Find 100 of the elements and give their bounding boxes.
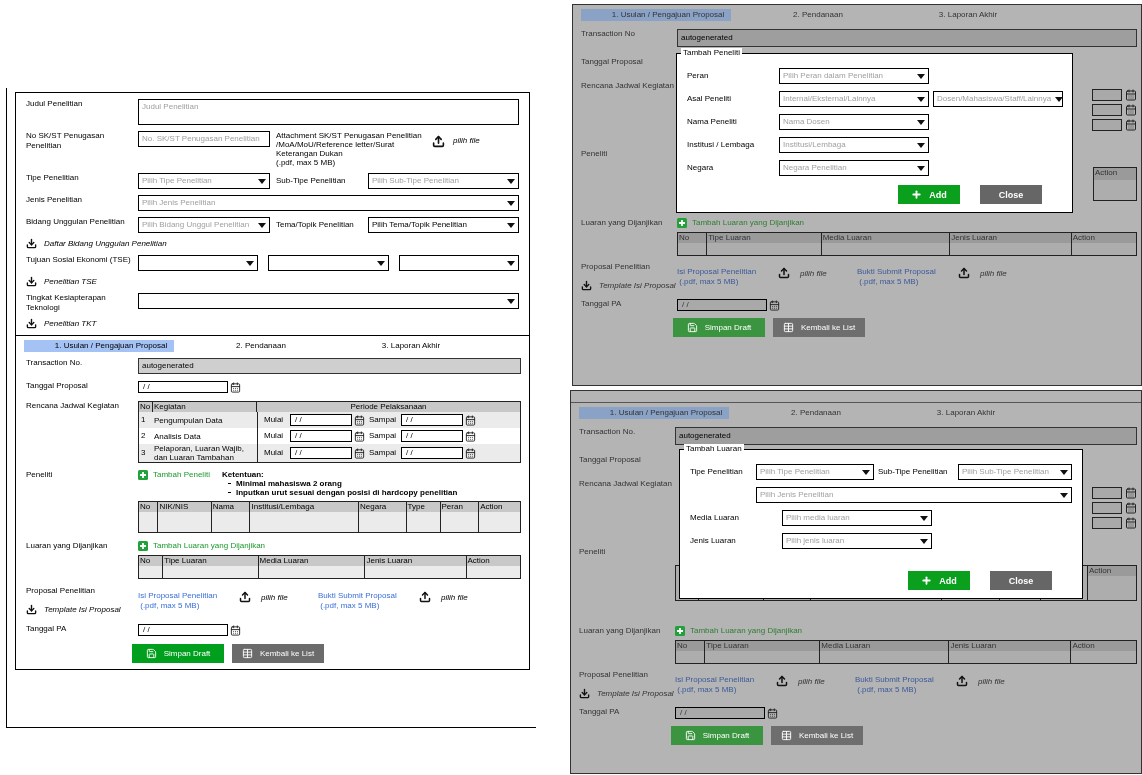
save-draft-button[interactable]: Simpan Draft [671, 726, 763, 745]
back-to-list-button[interactable]: Kembali ke List [232, 644, 324, 663]
file-picker-link[interactable]: pilih file [798, 677, 825, 687]
calendar-icon[interactable] [1125, 89, 1137, 101]
date-field[interactable] [1092, 104, 1122, 116]
calendar-icon[interactable] [1125, 502, 1137, 514]
save-draft-button[interactable]: Simpan Draft [673, 318, 765, 337]
date-field[interactable] [1092, 502, 1122, 514]
download-link[interactable]: Template Isi Proposal [597, 688, 674, 699]
add-button[interactable]: Add [898, 185, 960, 204]
column-header: Tipe Luaran [163, 556, 258, 566]
field-label: Luaran yang Dijanjikan [581, 218, 663, 227]
tab[interactable]: 2. Pendanaan [729, 407, 879, 419]
close-button[interactable]: Close [980, 185, 1042, 204]
add-link[interactable]: Tambah Peneliti [153, 470, 210, 480]
download-link[interactable]: Penelitian TSE [44, 276, 97, 287]
dropdown[interactable] [398, 255, 519, 271]
dropdown[interactable]: Pilih Tema/Topik Penelitian [368, 217, 519, 233]
add-button[interactable]: Add [908, 571, 970, 590]
download-link[interactable]: Template Isi Proposal [44, 604, 121, 615]
table-cell-text: 2 [140, 431, 147, 441]
add-link[interactable]: Tambah Luaran yang Dijanjikan [153, 541, 266, 551]
plus-icon[interactable] [138, 470, 148, 480]
field-label: Tanggal PA [26, 624, 67, 633]
date-field[interactable] [1092, 119, 1122, 131]
calendar-icon[interactable] [354, 414, 365, 426]
date-field[interactable]: / / [290, 447, 352, 459]
date-field[interactable]: / / [401, 430, 463, 442]
caret-icon [258, 178, 266, 184]
calendar-icon[interactable] [465, 430, 476, 442]
back-to-list-button[interactable]: Kembali ke List [771, 726, 863, 745]
date-field[interactable] [1092, 89, 1122, 101]
file-picker-link[interactable]: pilih file [980, 269, 1007, 279]
download-icon[interactable] [26, 238, 37, 249]
calendar-icon[interactable] [230, 381, 241, 393]
tab[interactable]: 1. Usulan / Pengajuan Proposal [581, 9, 731, 21]
calendar-icon[interactable] [465, 447, 476, 459]
tab[interactable]: 3. Laporan Akhir [879, 407, 1029, 419]
tab[interactable]: 3. Laporan Akhir [881, 9, 1031, 21]
date-field[interactable]: / / [138, 381, 228, 393]
upload-icon[interactable] [419, 591, 431, 603]
upload-icon[interactable] [432, 135, 445, 148]
date-field[interactable]: / / [675, 707, 765, 719]
download-icon[interactable] [26, 604, 37, 615]
save-draft-button[interactable]: Simpan Draft [132, 644, 224, 663]
date-field[interactable]: / / [401, 414, 463, 426]
calendar-icon[interactable] [354, 447, 365, 459]
calendar-icon[interactable] [767, 707, 778, 719]
date-field[interactable]: / / [290, 414, 352, 426]
calendar-icon[interactable] [1125, 104, 1137, 116]
upload-icon[interactable] [239, 591, 251, 603]
upload-label: Bukti Submit Proposal (.pdf, max 5 MB) [857, 267, 937, 287]
plus-icon[interactable] [138, 541, 148, 551]
calendar-icon[interactable] [230, 624, 241, 636]
tab[interactable]: 1. Usulan / Pengajuan Proposal [24, 340, 174, 352]
close-button[interactable]: Close [990, 571, 1052, 590]
upload-icon[interactable] [776, 675, 788, 687]
date-field[interactable]: / / [290, 430, 352, 442]
download-link[interactable]: Penelitian TKT [44, 318, 97, 329]
field-label: Rencana Jadwal Kegiatan [579, 479, 672, 488]
download-icon[interactable] [579, 688, 590, 699]
date-field[interactable]: / / [138, 624, 228, 636]
column-header: Action [479, 502, 520, 512]
field-label: Mulai [264, 448, 285, 458]
calendar-icon[interactable] [465, 414, 476, 426]
table-cell [479, 512, 520, 532]
tab[interactable]: 2. Pendanaan [174, 340, 324, 352]
plus-icon[interactable] [677, 218, 687, 228]
calendar-icon[interactable] [769, 299, 780, 311]
date-field[interactable] [1092, 517, 1122, 529]
download-icon[interactable] [26, 318, 37, 329]
back-to-list-button[interactable]: Kembali ke List [773, 318, 865, 337]
tab[interactable]: 1. Usulan / Pengajuan Proposal [579, 407, 729, 419]
upload-icon[interactable] [778, 267, 790, 279]
tab[interactable]: 3. Laporan Akhir [324, 340, 474, 352]
file-picker-link[interactable]: pilih file [800, 269, 827, 279]
table-cell [139, 512, 158, 532]
date-field[interactable]: / / [401, 447, 463, 459]
file-picker-link[interactable]: pilih file [261, 593, 288, 603]
download-icon[interactable] [26, 276, 37, 287]
dropdown[interactable] [268, 255, 389, 271]
plus-icon[interactable] [675, 626, 685, 636]
download-link[interactable]: Template Isi Proposal [599, 280, 676, 291]
file-picker-link[interactable]: pilih file [441, 593, 468, 603]
upload-icon[interactable] [956, 675, 968, 687]
calendar-icon[interactable] [1125, 487, 1137, 499]
date-field[interactable]: / / [677, 299, 767, 311]
upload-icon[interactable] [958, 267, 970, 279]
tab[interactable]: 2. Pendanaan [731, 9, 881, 21]
download-link[interactable]: Daftar Bidang Unggulan Penelitian [44, 238, 167, 249]
download-icon[interactable] [581, 280, 592, 291]
calendar-icon[interactable] [354, 430, 365, 442]
file-picker-link[interactable]: pilih file [978, 677, 1005, 687]
table-cell [1071, 243, 1136, 255]
calendar-icon[interactable] [1125, 119, 1137, 131]
dropdown[interactable] [138, 293, 519, 309]
calendar-icon[interactable] [1125, 517, 1137, 529]
file-picker-link[interactable]: pilih file [453, 136, 480, 146]
dropdown[interactable] [138, 255, 259, 271]
date-field[interactable] [1092, 487, 1122, 499]
